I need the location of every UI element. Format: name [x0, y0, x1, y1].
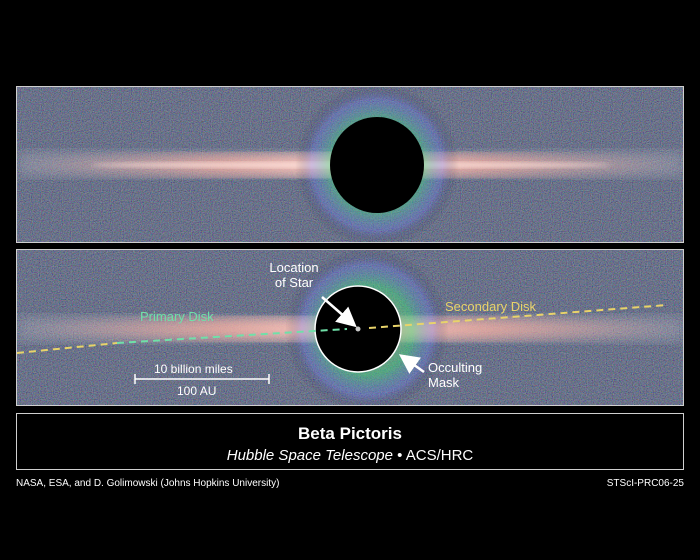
instrument-name: ACS/HRC — [405, 447, 474, 464]
telescope-name: Hubble Space Telescope — [226, 447, 393, 464]
subtitle-separator: • — [392, 447, 406, 464]
secondary-disk-label: Secondary Disk — [445, 299, 537, 314]
credit-left: NASA, ESA, and D. Golimowski (Johns Hopk… — [16, 478, 280, 489]
image-subtitle: Hubble Space Telescope • ACS/HRC — [17, 446, 683, 465]
star-marker — [355, 326, 361, 332]
bottom-image-panel: Location of Star Primary Disk Secondary … — [16, 249, 684, 406]
primary-disk-label: Primary Disk — [140, 309, 214, 324]
image-title: Beta Pictoris — [298, 424, 402, 443]
credit-right: STScI-PRC06-25 — [606, 478, 684, 489]
caption-box: Beta Pictoris Hubble Space Telescope • A… — [16, 413, 684, 470]
bottom-disk-image — [17, 250, 683, 405]
scale-miles-label: 10 billion miles — [154, 362, 233, 376]
mask-label: Occulting Mask — [428, 360, 483, 390]
top-image-panel — [16, 86, 684, 243]
scale-au-label: 100 AU — [177, 384, 217, 398]
top-disk-image — [17, 87, 683, 242]
star-location-label: Location of Star — [269, 260, 319, 290]
